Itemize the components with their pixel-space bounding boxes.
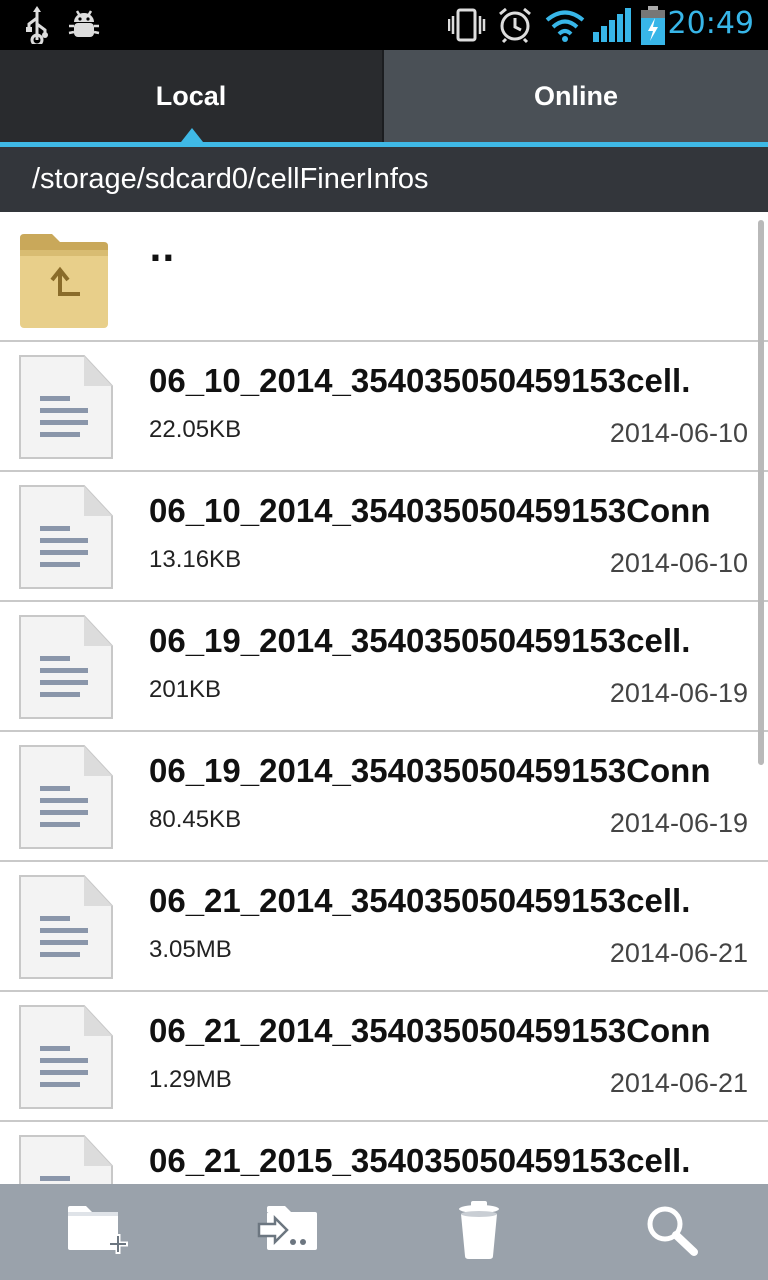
list-item[interactable]: 06_19_2014_354035050459153cell. 201KB 20… — [0, 602, 768, 732]
scrollbar[interactable] — [758, 220, 764, 765]
selected-tab-indicator — [181, 128, 203, 142]
move-icon — [257, 1204, 321, 1260]
text-file-icon — [18, 354, 114, 460]
signal-icon — [592, 6, 632, 48]
file-name: 06_19_2014_354035050459153cell. — [149, 622, 691, 659]
move-button[interactable] — [249, 1194, 329, 1270]
file-name: 06_21_2015_354035050459153cell. — [149, 1142, 691, 1179]
file-name: 06_21_2014_354035050459153Conn — [149, 1012, 711, 1049]
text-file-icon — [18, 484, 114, 590]
search-icon — [644, 1204, 700, 1260]
wifi-icon — [544, 6, 586, 48]
text-file-icon — [18, 614, 114, 720]
battery-charging-icon — [640, 6, 666, 50]
path-bar: /storage/sdcard0/cellFinerInfos — [0, 147, 768, 212]
text-file-icon — [18, 744, 114, 850]
file-size: 22.05KB — [149, 416, 242, 443]
file-name: 06_21_2014_354035050459153cell. — [149, 882, 691, 919]
list-item[interactable]: 06_21_2015_354035050459153cell. — [0, 1122, 768, 1184]
status-bar: 20:49 — [0, 0, 768, 50]
usb-icon — [22, 6, 52, 48]
file-name: 06_10_2014_354035050459153Conn — [149, 492, 711, 529]
list-item[interactable]: 06_10_2014_354035050459153cell. 22.05KB … — [0, 342, 768, 472]
file-date: 2014-06-21 — [609, 938, 748, 968]
bottom-toolbar — [0, 1184, 768, 1280]
file-date: 2014-06-21 — [609, 1068, 748, 1098]
current-path: /storage/sdcard0/cellFinerInfos — [32, 163, 429, 195]
text-file-icon — [18, 1134, 114, 1184]
file-size: 201KB — [149, 676, 222, 703]
tab-bar: Local Online — [0, 50, 768, 142]
tab-online[interactable]: Online — [384, 50, 768, 142]
file-size: 13.16KB — [149, 546, 242, 573]
folder-up-icon — [18, 224, 114, 330]
file-date: 2014-06-10 — [609, 418, 748, 448]
new-folder-button[interactable] — [58, 1194, 138, 1270]
file-date: 2014-06-19 — [609, 678, 748, 708]
new-folder-icon — [66, 1204, 130, 1260]
file-size: 3.05MB — [149, 936, 232, 963]
file-date: 2014-06-19 — [609, 808, 748, 838]
list-item[interactable]: 06_19_2014_354035050459153Conn 80.45KB 2… — [0, 732, 768, 862]
clock-time: 20:49 — [667, 6, 754, 41]
alarm-icon — [496, 6, 534, 48]
delete-button[interactable] — [439, 1194, 519, 1270]
search-button[interactable] — [632, 1194, 712, 1270]
file-size: 1.29MB — [149, 1066, 232, 1093]
text-file-icon — [18, 874, 114, 980]
vibrate-icon — [447, 6, 486, 48]
delete-icon — [457, 1200, 501, 1264]
debug-icon — [66, 6, 102, 46]
parent-folder-row[interactable]: .. — [0, 212, 768, 342]
file-date: 2014-06-10 — [609, 548, 748, 578]
file-name: 06_19_2014_354035050459153Conn — [149, 752, 711, 789]
list-item[interactable]: 06_21_2014_354035050459153cell. 3.05MB 2… — [0, 862, 768, 992]
parent-folder-label: .. — [149, 230, 175, 270]
file-name: 06_10_2014_354035050459153cell. — [149, 362, 691, 399]
text-file-icon — [18, 1004, 114, 1110]
file-list[interactable]: .. 06_10_2014_354035050459153cell. 22.05… — [0, 212, 768, 1184]
list-item[interactable]: 06_21_2014_354035050459153Conn 1.29MB 20… — [0, 992, 768, 1122]
list-item[interactable]: 06_10_2014_354035050459153Conn 13.16KB 2… — [0, 472, 768, 602]
file-size: 80.45KB — [149, 806, 242, 833]
